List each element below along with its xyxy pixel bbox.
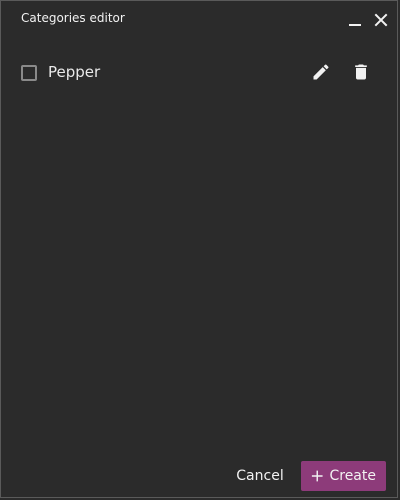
- delete-category-button[interactable]: [349, 60, 373, 84]
- plus-icon: [311, 470, 323, 482]
- trash-icon: [355, 64, 367, 80]
- categories-editor-dialog: Categories editor Pepper Cancel Create: [0, 0, 398, 498]
- close-icon: [374, 13, 388, 27]
- edit-category-button[interactable]: [309, 60, 333, 84]
- window-title: Categories editor: [21, 11, 125, 25]
- category-row: Pepper: [1, 57, 397, 89]
- title-bar: Categories editor: [1, 1, 397, 37]
- create-label: Create: [329, 468, 376, 484]
- category-checkbox[interactable]: [21, 65, 37, 81]
- cancel-label: Cancel: [236, 468, 284, 484]
- close-button[interactable]: [371, 10, 391, 30]
- create-button[interactable]: Create: [301, 461, 386, 491]
- minimize-icon: [349, 24, 361, 26]
- category-label: Pepper: [48, 63, 101, 81]
- minimize-button[interactable]: [345, 10, 365, 30]
- pencil-icon: [313, 64, 329, 80]
- cancel-button[interactable]: Cancel: [227, 461, 293, 491]
